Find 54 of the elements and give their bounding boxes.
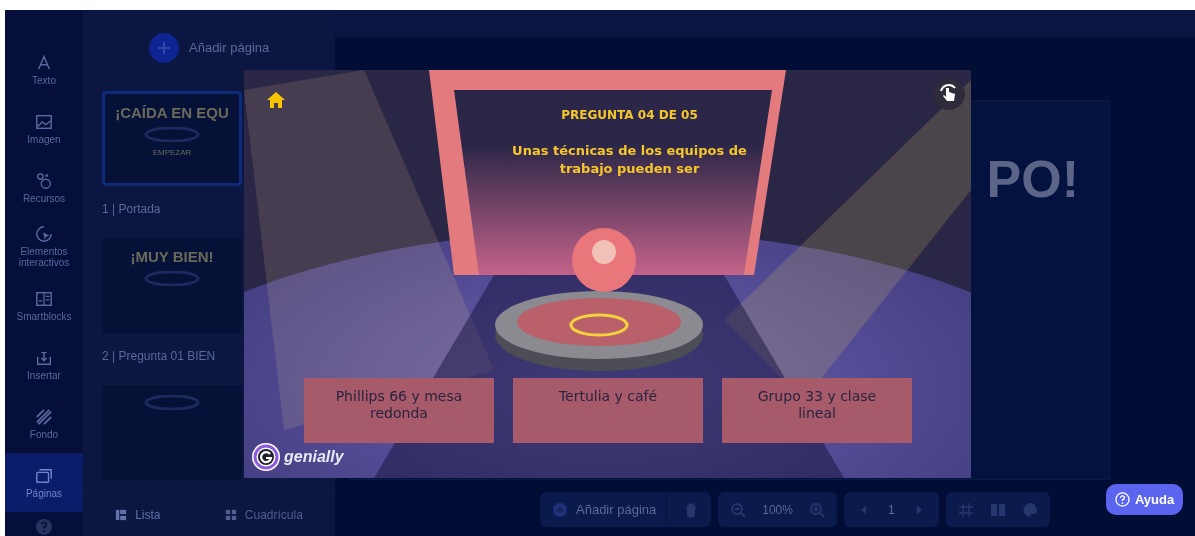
split-view-icon[interactable] bbox=[989, 501, 1006, 518]
sidebar-item[interactable]: Imagen bbox=[5, 99, 83, 159]
view-tab[interactable]: Lista bbox=[109, 507, 167, 523]
sidebar-item[interactable]: Elementos interactivos bbox=[5, 217, 83, 277]
palette-icon[interactable] bbox=[1021, 501, 1038, 518]
image-icon bbox=[35, 112, 53, 131]
cursor-icon bbox=[35, 225, 53, 244]
answer-button[interactable]: Tertulia y café bbox=[513, 378, 703, 443]
zoom-in-icon[interactable] bbox=[808, 501, 825, 518]
sidebar-item[interactable]: Fondo bbox=[5, 394, 83, 454]
view-tab[interactable]: Cuadrícula bbox=[218, 507, 309, 523]
question-text: Unas técnicas de los equipos de trabajo pueden ser bbox=[511, 142, 748, 178]
page-thumbnail[interactable] bbox=[102, 385, 242, 480]
text-icon bbox=[35, 53, 53, 72]
sidebar-item[interactable]: Texto bbox=[5, 40, 83, 100]
page-thumbnail[interactable]: ¡CAÍDA EN EQU EMPEZAR bbox=[102, 91, 242, 186]
sidebar-item[interactable]: Páginas bbox=[5, 453, 83, 513]
add-page-button[interactable]: Añadir página bbox=[149, 32, 270, 63]
genially-logo[interactable]: genially bbox=[251, 442, 344, 472]
list-icon bbox=[115, 509, 128, 521]
help-button[interactable]: Ayuda bbox=[1106, 484, 1183, 515]
pedestal-icon bbox=[144, 271, 200, 286]
thumbnail-button-text: EMPEZAR bbox=[152, 148, 192, 157]
hand-pointer-icon[interactable] bbox=[933, 78, 965, 110]
pedestal-icon bbox=[144, 395, 200, 410]
slide-title: PO! bbox=[986, 149, 1079, 209]
pedestal-icon bbox=[144, 127, 200, 142]
answer-button[interactable]: Phillips 66 y mesa redonda bbox=[304, 378, 494, 443]
thumbnail-title: ¡MUY BIEN! bbox=[130, 248, 214, 265]
help-icon[interactable] bbox=[35, 518, 53, 536]
page-number: 1 bbox=[887, 502, 895, 517]
blocks-icon bbox=[35, 289, 53, 308]
question-counter: PREGUNTA 04 DE 05 bbox=[561, 108, 698, 122]
thumbnail-title: ¡CAÍDA EN EQU bbox=[115, 104, 229, 121]
page-label: 2 | Pregunta 01 BIEN bbox=[102, 349, 217, 365]
help-icon bbox=[1114, 492, 1130, 507]
hatch-icon bbox=[35, 407, 53, 426]
sidebar-item[interactable]: Recursos bbox=[5, 158, 83, 218]
plus-icon bbox=[552, 501, 568, 518]
plus-icon bbox=[149, 32, 179, 63]
zoom-out-icon[interactable] bbox=[730, 501, 747, 518]
sidebar-item[interactable]: Insertar bbox=[5, 335, 83, 395]
shapes-icon bbox=[35, 171, 53, 190]
add-page-button[interactable]: Añadir página bbox=[552, 492, 668, 527]
page-label: 1 | Portada bbox=[102, 202, 162, 218]
sidebar-item[interactable]: Smartblocks bbox=[5, 276, 83, 336]
pages-icon bbox=[35, 466, 53, 485]
zoom-level: 100% bbox=[762, 502, 793, 517]
answer-button[interactable]: Grupo 33 y clase lineal bbox=[722, 378, 912, 443]
home-icon[interactable] bbox=[266, 90, 286, 110]
logo-icon bbox=[251, 442, 281, 472]
grid-icon bbox=[224, 509, 237, 521]
page-thumbnail[interactable]: ¡MUY BIEN! bbox=[102, 238, 242, 333]
grid-icon[interactable] bbox=[957, 501, 974, 518]
